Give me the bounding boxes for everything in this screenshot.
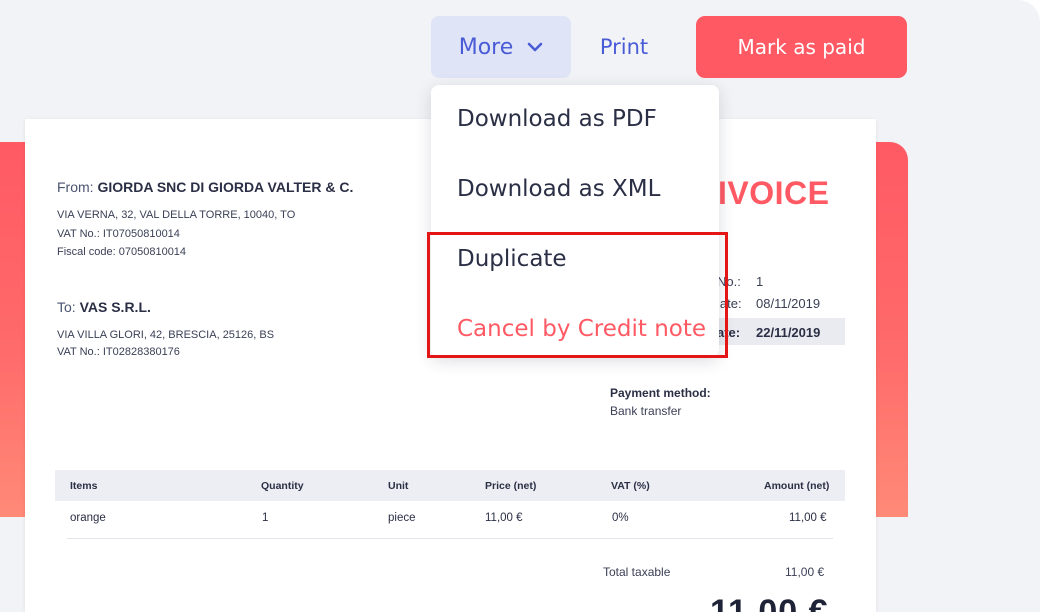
print-button[interactable]: Print <box>580 16 668 78</box>
table-divider <box>67 538 833 539</box>
table-header <box>55 470 845 501</box>
to-vat: VAT No.: IT02828380176 <box>57 346 180 358</box>
mark-as-paid-button[interactable]: Mark as paid <box>696 16 907 78</box>
column-header-amount: Amount (net) <box>764 480 830 492</box>
mark-as-paid-label: Mark as paid <box>737 35 866 59</box>
table-cell-amount: 11,00 € <box>789 512 827 524</box>
invoice-number: 1 <box>756 274 764 289</box>
invoice-date: 08/11/2019 <box>756 296 821 311</box>
due-date: 22/11/2019 <box>756 325 821 340</box>
table-cell-quantity: 1 <box>262 512 269 524</box>
table-cell-price: 11,00 € <box>485 512 523 524</box>
to-address: VIA VILLA GLORI, 42, BRESCIA, 25126, BS <box>57 329 275 341</box>
from-fiscal-code: Fiscal code: 07050810014 <box>57 246 187 258</box>
more-button[interactable]: More <box>431 16 571 78</box>
column-header-items: Items <box>70 480 98 492</box>
chevron-down-icon <box>527 42 543 52</box>
grand-total: 11,00 € <box>710 593 829 612</box>
column-header-price: Price (net) <box>485 480 537 492</box>
app-frame: More Print Mark as paid From: GIORDA SNC… <box>0 0 1040 612</box>
column-header-quantity: Quantity <box>261 480 304 492</box>
table-cell-item: orange <box>70 512 106 524</box>
from-vat: VAT No.: IT07050810014 <box>57 228 180 240</box>
payment-method-value: Bank transfer <box>610 404 682 418</box>
from-line: From: GIORDA SNC DI GIORDA VALTER & C. <box>57 179 353 195</box>
to-company-name: VAS S.R.L. <box>79 299 151 315</box>
more-button-label: More <box>458 34 514 60</box>
to-line: To: VAS S.R.L. <box>57 299 151 315</box>
to-prefix: To: <box>57 299 80 315</box>
from-prefix: From: <box>57 179 98 195</box>
table-cell-unit: piece <box>388 512 416 524</box>
from-company-name: GIORDA SNC DI GIORDA VALTER & C. <box>97 179 354 195</box>
invoice-title: IVOICE <box>718 175 830 211</box>
total-taxable-value: 11,00 € <box>785 565 825 579</box>
menu-item-download-pdf[interactable]: Download as PDF <box>457 106 657 132</box>
table-cell-vat: 0% <box>612 512 629 524</box>
column-header-vat: VAT (%) <box>611 480 650 492</box>
highlight-annotation <box>427 232 728 358</box>
column-header-unit: Unit <box>388 480 409 492</box>
menu-item-download-xml[interactable]: Download as XML <box>457 176 660 202</box>
payment-method-label: Payment method: <box>610 386 711 400</box>
print-button-label: Print <box>599 35 649 59</box>
from-address: VIA VERNA, 32, VAL DELLA TORRE, 10040, T… <box>57 209 296 221</box>
total-taxable-label: Total taxable <box>603 565 671 579</box>
